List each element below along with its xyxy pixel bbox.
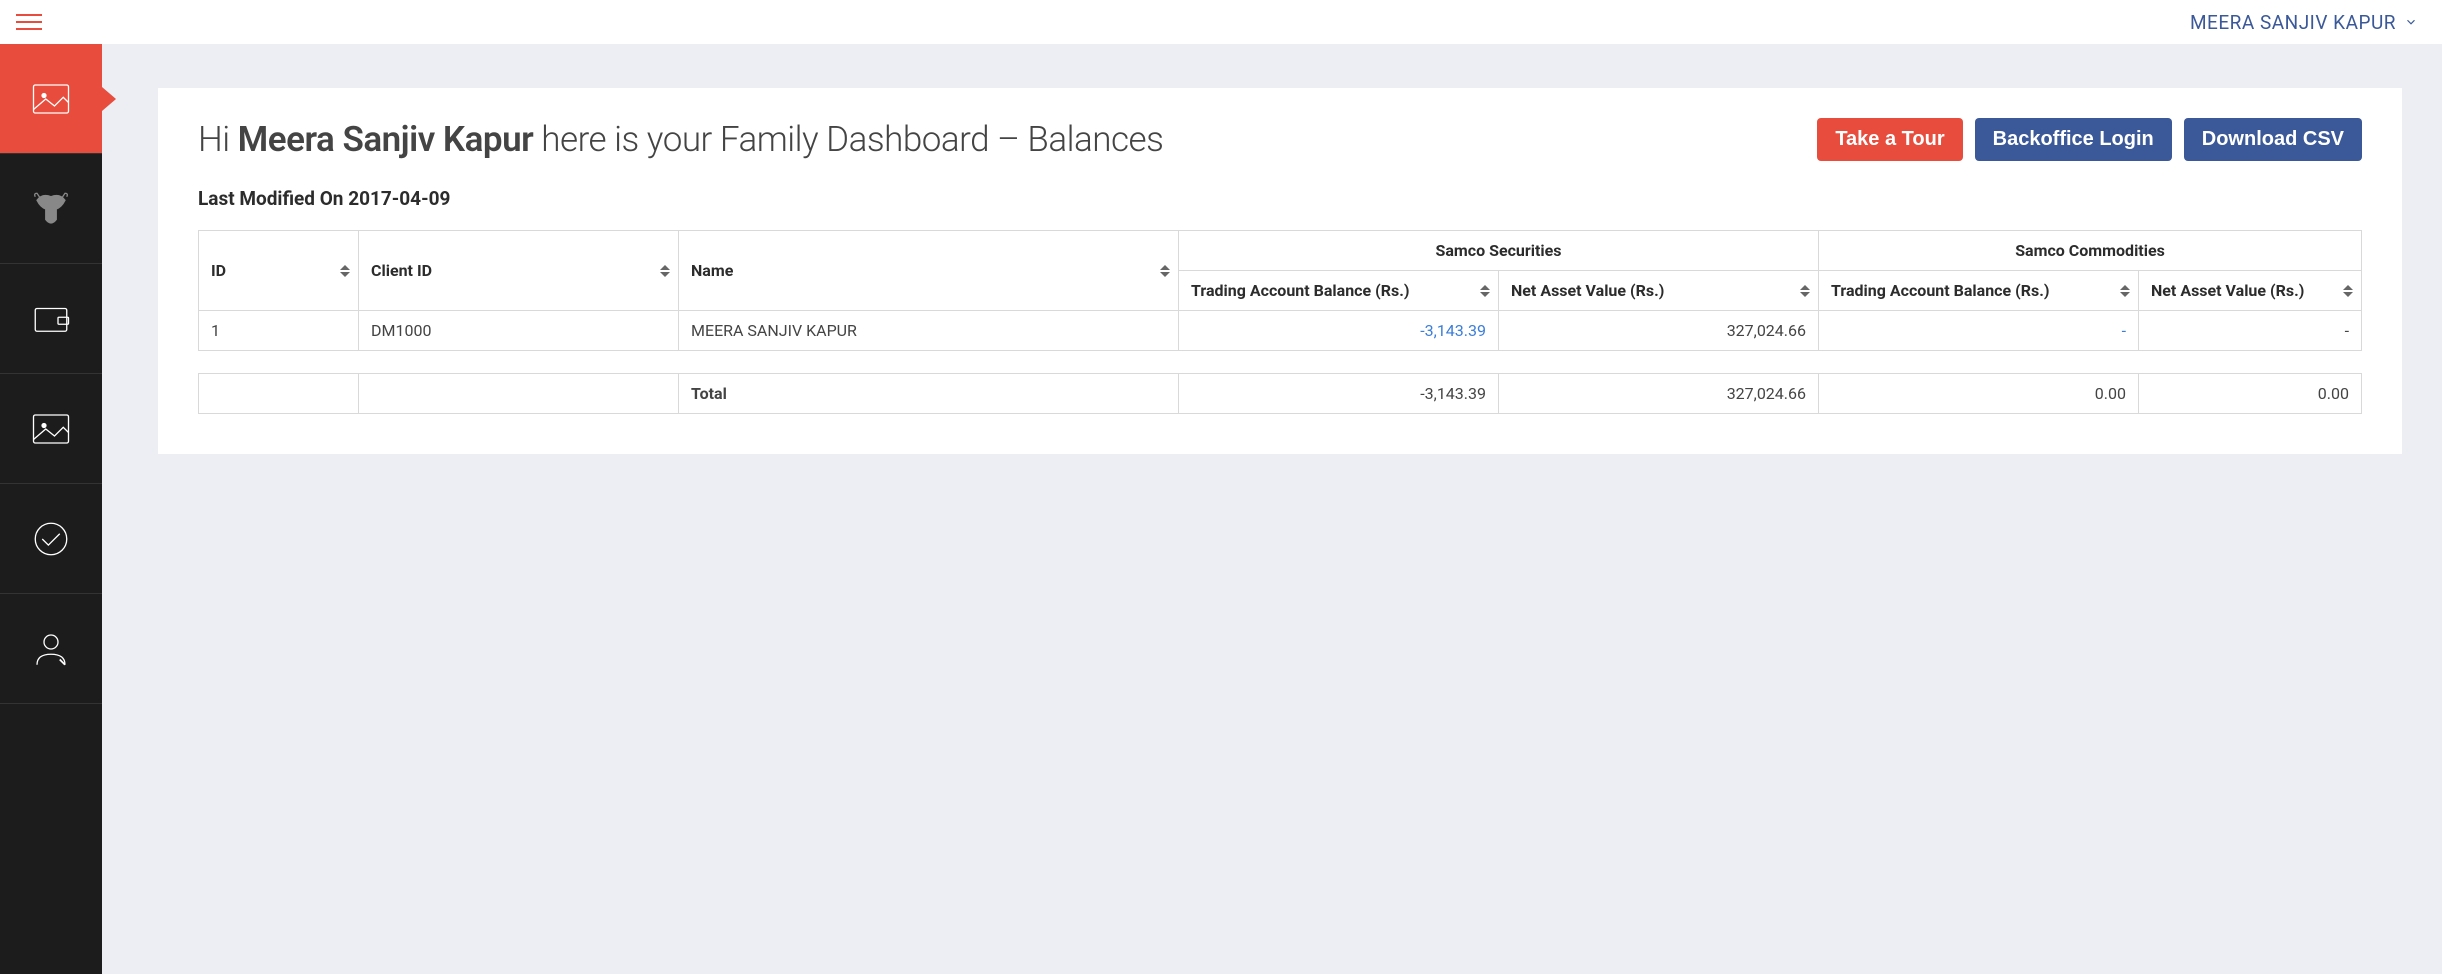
sidebar-item-user[interactable] bbox=[0, 594, 102, 704]
cell-name: MEERA SANJIV KAPUR bbox=[679, 311, 1179, 351]
greeting-user: Meera Sanjiv Kapur bbox=[238, 119, 534, 160]
cell-com-tab[interactable]: - bbox=[1819, 311, 2139, 351]
sidebar-item-dashboard[interactable] bbox=[0, 44, 102, 154]
cell-sec-tab[interactable]: -3,143.39 bbox=[1179, 311, 1499, 351]
sort-icon bbox=[1800, 285, 1810, 297]
main-content: Hi Meera Sanjiv Kapur here is your Famil… bbox=[102, 44, 2442, 974]
action-buttons: Take a Tour Backoffice Login Download CS… bbox=[1817, 118, 2362, 161]
cell-sec-nav: 327,024.66 bbox=[1499, 311, 1819, 351]
totals-table: Total -3,143.39 327,024.66 0.00 0.00 bbox=[198, 373, 2362, 414]
sort-icon bbox=[1480, 285, 1490, 297]
sidebar bbox=[0, 44, 102, 974]
cell-com-nav: - bbox=[2139, 311, 2362, 351]
greeting-prefix: Hi bbox=[198, 119, 238, 160]
sort-icon bbox=[2343, 285, 2353, 297]
hamburger-menu-icon[interactable] bbox=[12, 5, 46, 39]
col-sec-tab[interactable]: Trading Account Balance (Rs.) bbox=[1179, 271, 1499, 311]
user-dropdown[interactable]: MEERA SANJIV KAPUR bbox=[2190, 11, 2418, 34]
col-group-securities: Samco Securities bbox=[1179, 231, 1819, 271]
image-icon bbox=[30, 408, 72, 450]
sidebar-item-check[interactable] bbox=[0, 484, 102, 594]
dashboard-card: Hi Meera Sanjiv Kapur here is your Famil… bbox=[158, 88, 2402, 454]
user-icon bbox=[30, 628, 72, 670]
col-name[interactable]: Name bbox=[679, 231, 1179, 311]
page-title: Hi Meera Sanjiv Kapur here is your Famil… bbox=[198, 119, 1163, 160]
user-name-label: MEERA SANJIV KAPUR bbox=[2190, 11, 2396, 34]
balances-table: ID Client ID Name Samco Securities Sam bbox=[198, 230, 2362, 351]
backoffice-login-button[interactable]: Backoffice Login bbox=[1975, 118, 2172, 161]
header-row: Hi Meera Sanjiv Kapur here is your Famil… bbox=[198, 118, 2362, 161]
check-circle-icon bbox=[30, 518, 72, 560]
sort-icon bbox=[340, 265, 350, 277]
take-tour-button[interactable]: Take a Tour bbox=[1817, 118, 1962, 161]
col-group-commodities: Samco Commodities bbox=[1819, 231, 2362, 271]
cell-client-id: DM1000 bbox=[359, 311, 679, 351]
sort-icon bbox=[660, 265, 670, 277]
last-modified-label: Last Modified On bbox=[198, 187, 348, 210]
totals-sec-tab: -3,143.39 bbox=[1179, 374, 1499, 414]
cell-id: 1 bbox=[199, 311, 359, 351]
download-csv-button[interactable]: Download CSV bbox=[2184, 118, 2362, 161]
greeting-suffix: here is your Family Dashboard – Balances bbox=[533, 119, 1163, 160]
sort-icon bbox=[2120, 285, 2130, 297]
sidebar-item-gallery[interactable] bbox=[0, 374, 102, 484]
sidebar-item-wallet[interactable] bbox=[0, 264, 102, 374]
chevron-down-icon bbox=[2404, 15, 2418, 29]
totals-blank1 bbox=[199, 374, 359, 414]
sidebar-item-bull[interactable] bbox=[0, 154, 102, 264]
bull-icon bbox=[30, 188, 72, 230]
col-com-nav[interactable]: Net Asset Value (Rs.) bbox=[2139, 271, 2362, 311]
totals-label: Total bbox=[679, 374, 1179, 414]
col-com-tab[interactable]: Trading Account Balance (Rs.) bbox=[1819, 271, 2139, 311]
topbar: MEERA SANJIV KAPUR bbox=[0, 0, 2442, 44]
col-sec-nav[interactable]: Net Asset Value (Rs.) bbox=[1499, 271, 1819, 311]
col-client-id[interactable]: Client ID bbox=[359, 231, 679, 311]
last-modified-date: 2017-04-09 bbox=[348, 187, 450, 210]
table-row: 1 DM1000 MEERA SANJIV KAPUR -3,143.39 32… bbox=[199, 311, 2362, 351]
image-icon bbox=[30, 78, 72, 120]
totals-blank2 bbox=[359, 374, 679, 414]
wallet-icon bbox=[30, 298, 72, 340]
col-id[interactable]: ID bbox=[199, 231, 359, 311]
totals-com-tab: 0.00 bbox=[1819, 374, 2139, 414]
totals-row: Total -3,143.39 327,024.66 0.00 0.00 bbox=[199, 374, 2362, 414]
last-modified: Last Modified On 2017-04-09 bbox=[198, 187, 2362, 210]
totals-com-nav: 0.00 bbox=[2139, 374, 2362, 414]
sort-icon bbox=[1160, 265, 1170, 277]
totals-sec-nav: 327,024.66 bbox=[1499, 374, 1819, 414]
